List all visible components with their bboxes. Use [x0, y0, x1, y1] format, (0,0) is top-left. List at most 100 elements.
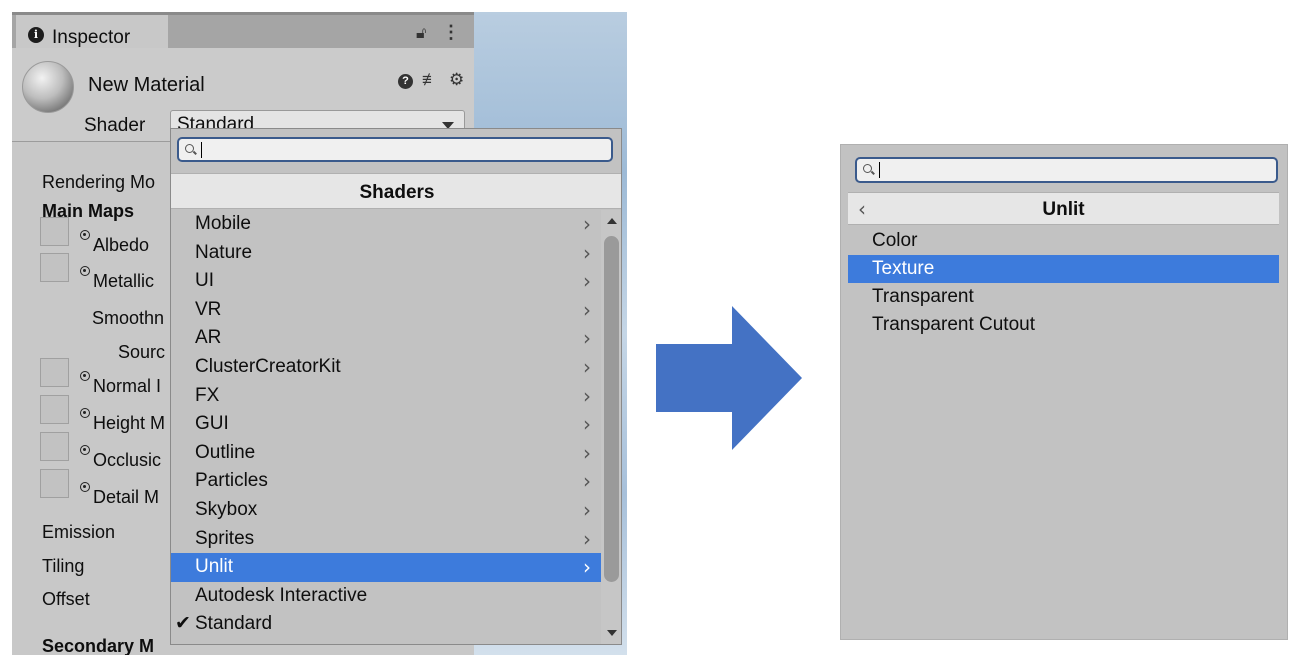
shader-menu-item[interactable]: Skybox › [171, 496, 601, 525]
shader-menu-item-label: Standard [195, 613, 273, 635]
shader-menu-item[interactable]: ✔ Standard [171, 610, 601, 639]
shader-menu-item-label: Mobile [195, 213, 251, 234]
object-picker-icon[interactable] [80, 408, 90, 418]
shader-dropdown-popup: Shaders Mobile › Nature › UI › VR › AR › ClusterCr… [170, 128, 622, 645]
shader-menu-item-label: AR [195, 327, 222, 349]
chevron-right-icon: › [583, 240, 591, 265]
unlit-menu-item[interactable]: Texture [848, 255, 1279, 283]
checkmark-icon: ✔ [175, 613, 191, 635]
info-icon: i [28, 27, 44, 43]
scroll-up-icon[interactable] [607, 218, 617, 224]
smoothness-label: Smoothn [92, 308, 165, 328]
albedo-texture-slot[interactable] [40, 217, 69, 246]
text-caret [201, 142, 202, 158]
metallic-texture-slot[interactable] [40, 253, 69, 282]
shader-menu-item[interactable]: FX › [171, 382, 601, 411]
unlit-menu-item-label: Transparent Cutout [872, 314, 1035, 335]
normal-map-texture-slot[interactable] [40, 358, 69, 387]
chevron-right-icon: › [583, 412, 591, 437]
unlit-menu-item[interactable]: Color [848, 227, 1279, 255]
search-icon [863, 164, 872, 173]
scrollbar-thumb[interactable] [604, 236, 619, 582]
shader-menu-item-label: Unlit [195, 556, 234, 578]
chevron-right-icon: › [583, 469, 591, 494]
rendering-mode-label: Rendering Mo [42, 172, 156, 192]
shader-menu-item-label: Outline [195, 441, 256, 463]
detail-mask-texture-slot[interactable] [40, 469, 69, 498]
shader-menu-item[interactable]: UI › [171, 267, 601, 296]
text-caret [879, 162, 880, 178]
chevron-right-icon: › [583, 526, 591, 551]
shader-menu-item[interactable]: Sprites › [171, 525, 601, 554]
chevron-right-icon: › [583, 498, 591, 522]
height-map-texture-slot[interactable] [40, 395, 69, 424]
shader-menu-item-label: Particles [195, 470, 268, 492]
help-icon[interactable]: ? [398, 74, 413, 89]
chevron-right-icon: › [583, 297, 591, 322]
object-picker-icon[interactable] [80, 266, 90, 276]
secondary-maps-heading: Secondary M [42, 636, 155, 655]
unlit-submenu-panel: ‹ Unlit Color Texture Transparent Transpare… [840, 144, 1288, 640]
right-arrow-icon [656, 306, 802, 450]
shader-search-input[interactable] [177, 137, 613, 162]
source-label: Sourc [118, 342, 166, 362]
more-options-icon[interactable]: ⋮ [442, 22, 460, 43]
lock-icon[interactable]: 🔓︎ [416, 25, 426, 43]
presets-icon[interactable]: ≢ [422, 70, 439, 90]
chevron-right-icon: › [583, 383, 591, 408]
chevron-right-icon: › [583, 555, 591, 580]
shader-menu-item-label: GUI [195, 413, 229, 435]
shader-menu-item-label: Sprites [195, 527, 255, 549]
object-picker-icon[interactable] [80, 482, 90, 492]
shader-menu-item-label: FX [195, 384, 220, 406]
tiling-label: Tiling [42, 556, 85, 576]
albedo-label: Albedo [93, 235, 150, 255]
shader-menu-item[interactable]: Outline › [171, 439, 601, 468]
dropdown-title: Shaders [359, 182, 435, 203]
unlit-menu-item-label: Color [872, 230, 918, 251]
chevron-right-icon: › [583, 440, 591, 465]
shader-search-input[interactable] [855, 157, 1278, 183]
object-picker-icon[interactable] [80, 445, 90, 455]
shader-menu-item-label: VR [195, 298, 222, 320]
scrollbar[interactable] [601, 210, 621, 644]
tab-label: Inspector [52, 27, 131, 48]
shader-menu-item[interactable]: AR › [171, 324, 601, 353]
object-picker-icon[interactable] [80, 230, 90, 240]
height-map-label: Height M [93, 413, 166, 433]
shader-menu-item-label: ClusterCreatorKit [195, 356, 341, 377]
shader-menu-item[interactable]: VR › [171, 296, 601, 325]
shader-menu-item[interactable]: Nature › [171, 239, 601, 268]
object-picker-icon[interactable] [80, 371, 90, 381]
shader-menu-item-label: Nature [195, 241, 253, 263]
shader-list: Mobile › Nature › UI › VR › AR › ClusterCreatorKit… [171, 210, 601, 644]
occlusion-texture-slot[interactable] [40, 432, 69, 461]
shader-menu-item[interactable]: Mobile › [171, 210, 601, 239]
shader-menu-item[interactable]: Particles › [171, 467, 601, 496]
shader-menu-item[interactable]: ClusterCreatorKit › [171, 353, 601, 382]
metallic-label: Metallic [93, 271, 155, 291]
chevron-right-icon: › [583, 355, 591, 379]
dropdown-header: Shaders [171, 173, 621, 209]
inspector-window: i Inspector 🔓︎ ⋮ New Material ? ≢ ⚙ Shad… [12, 12, 627, 655]
shader-label: Shader [84, 115, 146, 136]
tab-inspector[interactable]: i Inspector [16, 15, 168, 51]
unlit-menu-item-label: Texture [872, 258, 935, 279]
unlit-menu-item[interactable]: Transparent [848, 283, 1279, 311]
gear-icon[interactable]: ⚙ [449, 70, 464, 90]
search-icon [185, 144, 194, 153]
scroll-down-icon[interactable] [607, 630, 617, 636]
shader-menu-item[interactable]: GUI › [171, 410, 601, 439]
occlusion-label: Occlusic [93, 450, 162, 470]
submenu-header: ‹ Unlit [848, 192, 1279, 225]
chevron-right-icon: › [583, 326, 591, 351]
emission-label: Emission [42, 522, 116, 542]
submenu-title: Unlit [1042, 199, 1085, 220]
shader-menu-item-label: Skybox [195, 499, 258, 520]
unlit-menu-item-label: Transparent [872, 286, 974, 307]
unlit-menu-item[interactable]: Transparent Cutout [848, 311, 1279, 339]
shader-menu-item-label: Autodesk Interactive [195, 584, 368, 606]
chevron-right-icon: › [583, 212, 591, 236]
shader-menu-item[interactable]: Autodesk Interactive [171, 582, 601, 611]
shader-menu-item[interactable]: Unlit › [171, 553, 601, 582]
